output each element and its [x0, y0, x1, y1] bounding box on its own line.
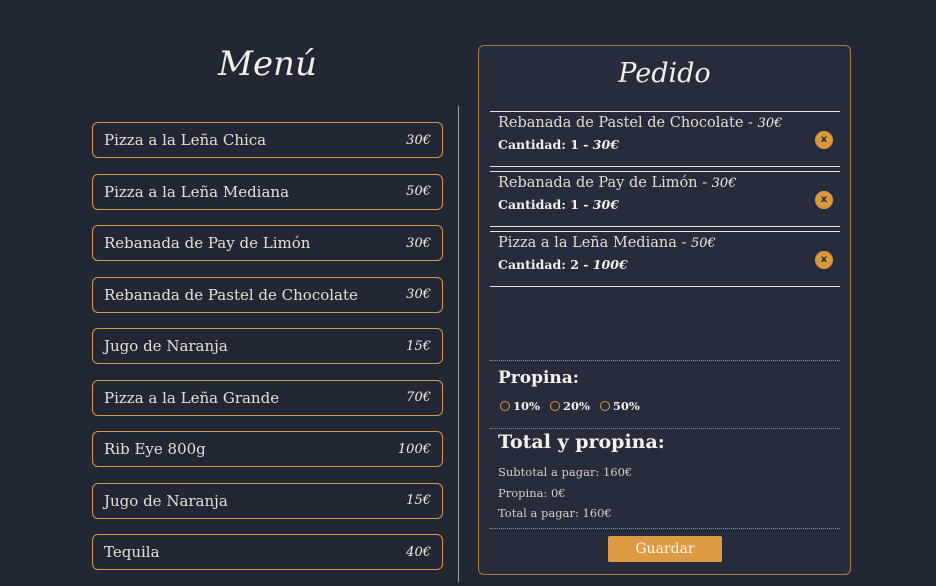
remove-item-button[interactable]: x	[815, 251, 833, 269]
column-divider	[458, 106, 459, 582]
tip-amount-text: Propina: 0€	[498, 485, 566, 500]
menu-item-price: 15€	[406, 493, 431, 508]
menu-item-price: 30€	[406, 132, 431, 148]
order-item-label: Rebanada de Pay de Limón -	[498, 175, 712, 191]
order-item-label: Pizza a la Leña Mediana -	[498, 235, 691, 251]
order-list: Rebanada de Pastel de Chocolate - 30€ Ca…	[490, 111, 840, 291]
menu-item[interactable]: Rebanada de Pastel de Chocolate 30€	[92, 276, 443, 313]
order-item-price: 30€	[711, 176, 737, 191]
order-item: Rebanada de Pastel de Chocolate - 30€ Ca…	[490, 111, 840, 167]
separator	[490, 428, 840, 429]
menu-item-name: Pizza a la Leña Grande	[104, 388, 280, 407]
order-item-price: 50€	[690, 236, 716, 251]
radio-button[interactable]	[500, 401, 510, 411]
order-panel: Pedido Rebanada de Pastel de Chocolate -…	[478, 45, 851, 575]
menu-item[interactable]: Pizza a la Leña Grande 70€	[92, 379, 443, 416]
radio-button[interactable]	[599, 401, 610, 411]
menu-item-name: Tequila	[104, 543, 160, 561]
subtotal-text: Subtotal a pagar: 160€	[498, 465, 633, 479]
order-item-price: 30€	[757, 116, 783, 131]
save-button[interactable]: Guardar	[608, 536, 722, 562]
quantity-total: 30€	[592, 197, 619, 212]
tip-option-label: 20%	[562, 399, 590, 413]
quantity-total: 30€	[592, 137, 619, 152]
menu-item[interactable]: Jugo de Naranja 15€	[92, 482, 443, 519]
order-title: Pedido	[618, 58, 711, 89]
order-item-quantity: Cantidad: 2 - 100€	[498, 257, 832, 272]
menu-item-price: 70€	[406, 390, 431, 405]
quantity-label: Cantidad: 2 -	[498, 257, 593, 272]
menu-item-price: 30€	[406, 235, 431, 251]
menu-item-price: 40€	[406, 544, 431, 560]
remove-item-button[interactable]: x	[815, 131, 833, 149]
tip-option-10[interactable]: 10%	[500, 399, 540, 413]
menu-item-name: Rib Eye 800g	[104, 440, 206, 458]
menu-item-price: 100€	[397, 441, 431, 457]
order-item-name: Rebanada de Pastel de Chocolate - 30€	[498, 115, 832, 131]
menu-item-name: Rebanada de Pay de Limón	[104, 234, 311, 252]
separator	[490, 360, 840, 361]
menu-item-price: 15€	[406, 338, 431, 354]
order-item-name: Pizza a la Leña Mediana - 50€	[498, 235, 832, 251]
order-item: Rebanada de Pay de Limón - 30€ Cantidad:…	[490, 171, 840, 227]
menu-item[interactable]: Tequila 40€	[92, 534, 443, 570]
radio-button[interactable]	[549, 401, 560, 411]
quantity-label: Cantidad: 1 -	[498, 137, 593, 152]
menu-item[interactable]: Jugo de Naranja 15€	[92, 328, 443, 364]
tip-option-20[interactable]: 20%	[549, 399, 590, 413]
menu-list: Pizza a la Leña Chica 30€ Pizza a la Leña…	[92, 122, 443, 586]
tip-option-label: 50%	[612, 399, 640, 413]
order-item-quantity: Cantidad: 1 - 30€	[498, 197, 832, 212]
order-summary: Subtotal a pagar: 160€ Propina: 0€ Total…	[498, 462, 632, 524]
menu-item[interactable]: Pizza a la Leña Chica 30€	[92, 122, 443, 158]
menu-item[interactable]: Rebanada de Pay de Limón 30€	[92, 225, 443, 261]
order-item-name: Rebanada de Pay de Limón - 30€	[498, 175, 832, 191]
separator	[490, 528, 840, 529]
order-item: Pizza a la Leña Mediana - 50€ Cantidad: …	[490, 231, 840, 287]
tip-option-50[interactable]: 50%	[599, 399, 640, 413]
total-text: Total a pagar: 160€	[498, 506, 612, 520]
tip-heading: Propina:	[498, 368, 580, 388]
order-item-label: Rebanada de Pastel de Chocolate -	[498, 115, 758, 131]
menu-item[interactable]: Pizza a la Leña Mediana 50€	[92, 173, 443, 210]
tip-option-label: 10%	[513, 399, 540, 413]
menu-item-name: Pizza a la Leña Mediana	[104, 182, 290, 201]
quantity-total: 100€	[592, 257, 628, 272]
quantity-label: Cantidad: 1 -	[498, 197, 593, 212]
total-heading: Total y propina:	[498, 431, 665, 453]
menu-item-name: Rebanada de Pastel de Chocolate	[104, 285, 358, 304]
menu-item[interactable]: Rib Eye 800g 100€	[92, 431, 443, 467]
menu-item-price: 30€	[406, 287, 431, 302]
order-item-quantity: Cantidad: 1 - 30€	[498, 137, 832, 152]
tip-options: 10% 20% 50%	[500, 399, 640, 413]
menu-item-price: 50€	[406, 184, 431, 199]
menu-item-name: Jugo de Naranja	[104, 491, 228, 510]
remove-item-button[interactable]: x	[815, 191, 833, 209]
menu-item-name: Jugo de Naranja	[104, 337, 228, 355]
menu-item-name: Pizza a la Leña Chica	[104, 131, 267, 149]
menu-title: Menú	[218, 44, 317, 84]
